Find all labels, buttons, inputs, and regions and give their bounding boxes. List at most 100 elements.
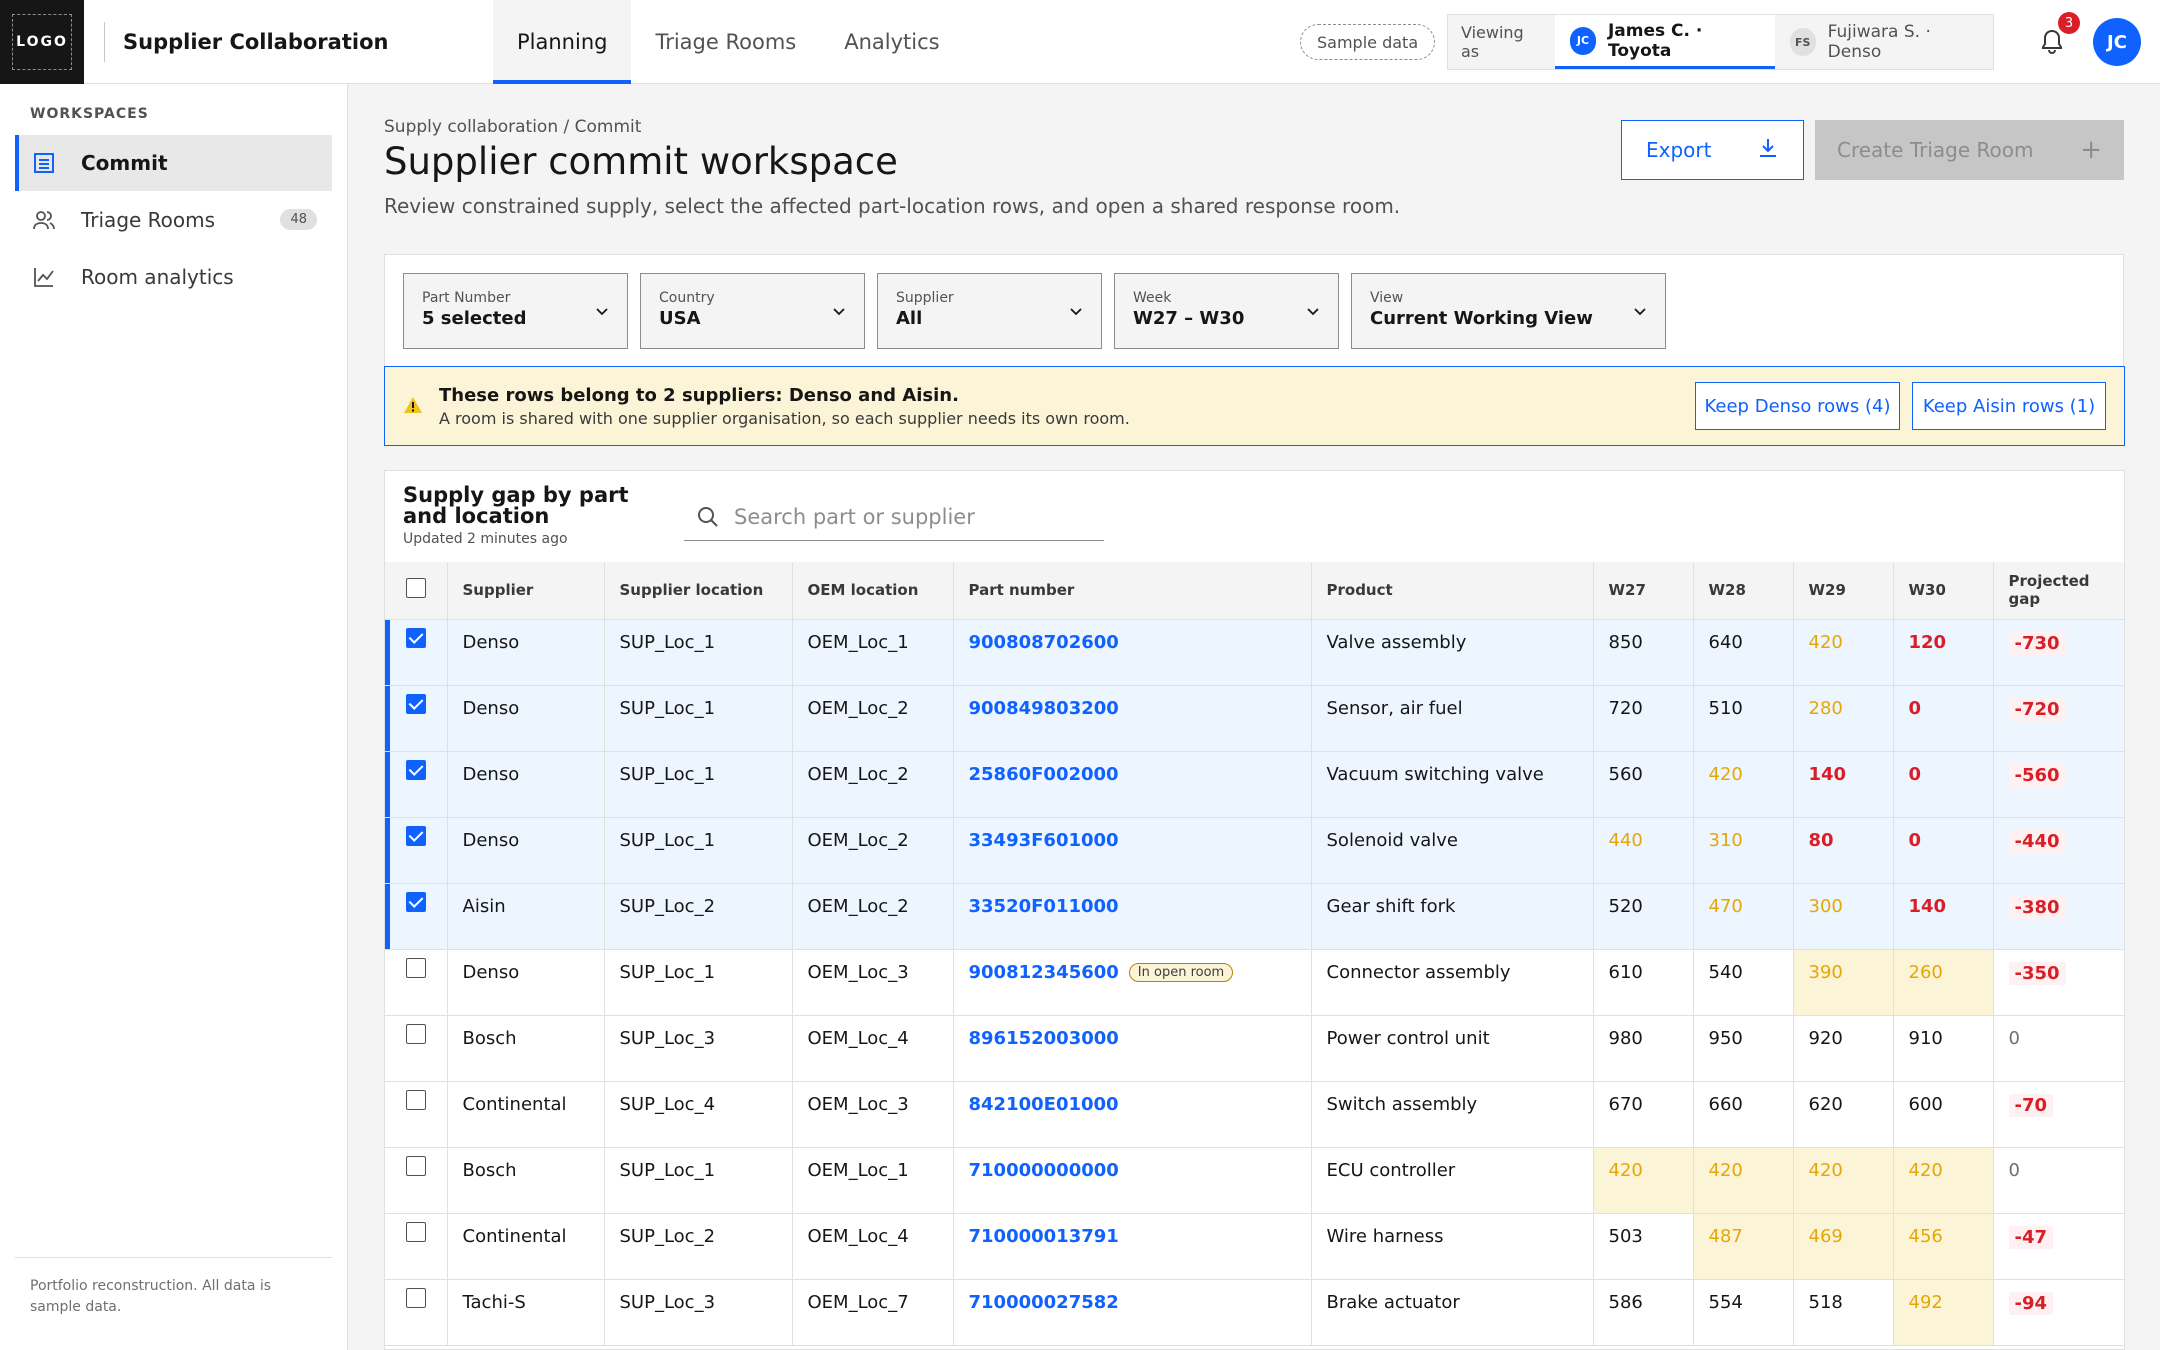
column-header-supplier[interactable]: Supplier: [447, 562, 605, 620]
table-row[interactable]: Bosch SUP_Loc_1 OEM_Loc_1 710000000000 ECU c…: [385, 1147, 2124, 1214]
workspaces-label: WORKSPACES: [30, 106, 149, 122]
row-checkbox[interactable]: [405, 1155, 426, 1176]
chevron-down-icon: [1633, 302, 1647, 321]
filter-supplier[interactable]: Supplier All: [877, 273, 1102, 349]
cell-w27: 440: [1593, 817, 1694, 884]
table-row[interactable]: Continental SUP_Loc_2 OEM_Loc_4 71000001379…: [385, 1213, 2124, 1280]
column-header-oem-location[interactable]: OEM location: [792, 562, 954, 620]
week-value: 720: [1608, 697, 1643, 719]
column-header-w29[interactable]: W29: [1793, 562, 1894, 620]
sidebar-item-commit[interactable]: Commit: [15, 135, 332, 191]
table-row[interactable]: Denso SUP_Loc_1 OEM_Loc_3 900812345600 In op…: [385, 949, 2124, 1016]
avatar[interactable]: JC: [2093, 18, 2141, 66]
chevron-down-icon: [1306, 302, 1320, 321]
row-checkbox[interactable]: [405, 1287, 426, 1308]
table-row[interactable]: Aisin SUP_Loc_2 OEM_Loc_2 33520F011000 Gear …: [385, 883, 2124, 950]
part-number-link[interactable]: 33493F601000: [969, 830, 1119, 851]
supplier-warning-banner: These rows belong to 2 suppliers: Denso …: [384, 366, 2125, 446]
column-header-product[interactable]: Product: [1311, 562, 1594, 620]
projected-gap-value: -350: [2008, 961, 2066, 985]
cell-product: Connector assembly: [1311, 949, 1594, 1016]
part-number-link[interactable]: 900849803200: [969, 698, 1119, 719]
filter-part-number[interactable]: Part Number 5 selected: [403, 273, 628, 349]
filter-week[interactable]: Week W27 – W30: [1114, 273, 1339, 349]
cell-part-number: 710000013791: [953, 1213, 1312, 1280]
part-number-link[interactable]: 900812345600: [969, 962, 1119, 983]
tab-planning[interactable]: Planning: [493, 0, 632, 84]
view-as-fujiwara[interactable]: FS Fujiwara S. · Denso: [1775, 15, 1993, 69]
part-number-link[interactable]: 896152003000: [969, 1028, 1119, 1049]
part-number-link[interactable]: 710000013791: [969, 1226, 1119, 1247]
cell-supplier: Denso: [447, 619, 605, 686]
keep-aisin-rows-button[interactable]: Keep Aisin rows (1): [1912, 382, 2106, 430]
part-number-link[interactable]: 25860F002000: [969, 764, 1119, 785]
row-select-cell: [385, 1213, 448, 1280]
view-as-james[interactable]: JC James C. · Toyota: [1555, 15, 1775, 69]
cell-w30: 0: [1893, 817, 1994, 884]
filter-country[interactable]: Country USA: [640, 273, 865, 349]
column-header-w30[interactable]: W30: [1893, 562, 1994, 620]
filter-value: USA: [659, 308, 701, 329]
column-header-w27[interactable]: W27: [1593, 562, 1694, 620]
cell-oem-location: OEM_Loc_4: [792, 1015, 954, 1082]
filter-view[interactable]: View Current Working View: [1351, 273, 1666, 349]
cell-w27: 560: [1593, 751, 1694, 818]
cell-w29: 390: [1793, 949, 1894, 1016]
warning-text: A room is shared with one supplier organ…: [439, 409, 1130, 428]
select-all-checkbox[interactable]: [405, 578, 426, 599]
column-header-w28[interactable]: W28: [1693, 562, 1794, 620]
table-row[interactable]: Denso SUP_Loc_1 OEM_Loc_2 900849803200 Senso…: [385, 685, 2124, 752]
part-number-link[interactable]: 900808702600: [969, 632, 1119, 653]
part-number-link[interactable]: 710000000000: [969, 1160, 1119, 1181]
cell-w30: 0: [1893, 685, 1994, 752]
column-header-projected-gap[interactable]: Projected gap: [1993, 562, 2124, 620]
row-checkbox[interactable]: [405, 825, 426, 846]
export-button[interactable]: Export: [1621, 120, 1804, 180]
filter-value: W27 – W30: [1133, 308, 1245, 329]
cell-oem-location: OEM_Loc_2: [792, 685, 954, 752]
create-triage-room-button[interactable]: Create Triage Room +: [1815, 120, 2124, 180]
cell-w29: 420: [1793, 619, 1894, 686]
part-number-link[interactable]: 33520F011000: [969, 896, 1119, 917]
row-checkbox[interactable]: [405, 627, 426, 648]
week-value: 600: [1908, 1093, 1943, 1115]
row-checkbox[interactable]: [405, 693, 426, 714]
cell-projected-gap: -47: [1993, 1213, 2124, 1280]
week-value: 610: [1608, 961, 1643, 983]
row-checkbox[interactable]: [405, 1221, 426, 1242]
row-checkbox[interactable]: [405, 1023, 426, 1044]
table-row[interactable]: Denso SUP_Loc_1 OEM_Loc_2 25860F002000 Vacuu…: [385, 751, 2124, 818]
cell-supplier-location: SUP_Loc_3: [604, 1279, 793, 1346]
tab-analytics[interactable]: Analytics: [820, 0, 963, 84]
cell-w29: 80: [1793, 817, 1894, 884]
cell-w30: 420: [1893, 1147, 1994, 1214]
table-row[interactable]: Denso SUP_Loc_1 OEM_Loc_2 33493F601000 Solen…: [385, 817, 2124, 884]
table-row[interactable]: Continental SUP_Loc_4 OEM_Loc_3 842100E0100…: [385, 1081, 2124, 1148]
cell-projected-gap: -560: [1993, 751, 2124, 818]
sidebar-item-triage-rooms[interactable]: Triage Rooms 48: [15, 192, 332, 248]
cell-part-number: 33493F601000: [953, 817, 1312, 884]
part-number-link[interactable]: 842100E01000: [969, 1094, 1119, 1115]
table-row[interactable]: Bosch SUP_Loc_3 OEM_Loc_4 896152003000 Power…: [385, 1015, 2124, 1082]
cell-product: Switch assembly: [1311, 1081, 1594, 1148]
part-number-link[interactable]: 710000027582: [969, 1292, 1119, 1313]
cell-part-number: 25860F002000: [953, 751, 1312, 818]
sidebar-item-room-analytics[interactable]: Room analytics: [15, 249, 332, 305]
row-checkbox[interactable]: [405, 759, 426, 780]
keep-denso-rows-button[interactable]: Keep Denso rows (4): [1695, 382, 1900, 430]
sidebar-item-label: Room analytics: [81, 265, 234, 289]
column-header-part-number[interactable]: Part number: [953, 562, 1312, 620]
row-checkbox[interactable]: [405, 891, 426, 912]
table-row[interactable]: Denso SUP_Loc_1 OEM_Loc_1 900808702600 Valve…: [385, 619, 2124, 686]
row-checkbox[interactable]: [405, 957, 426, 978]
table-row[interactable]: Tachi-S SUP_Loc_3 OEM_Loc_7 710000027582 Bra…: [385, 1279, 2124, 1346]
week-value: 140: [1908, 895, 1947, 917]
cell-supplier: Denso: [447, 685, 605, 752]
tab-triage-rooms[interactable]: Triage Rooms: [631, 0, 820, 84]
cell-product: Gear shift fork: [1311, 883, 1594, 950]
column-header-supplier-location[interactable]: Supplier location: [604, 562, 793, 620]
search-input[interactable]: [734, 504, 1104, 529]
row-checkbox[interactable]: [405, 1089, 426, 1110]
week-value: 670: [1608, 1093, 1643, 1115]
breadcrumb[interactable]: Supply collaboration / Commit: [384, 117, 641, 137]
